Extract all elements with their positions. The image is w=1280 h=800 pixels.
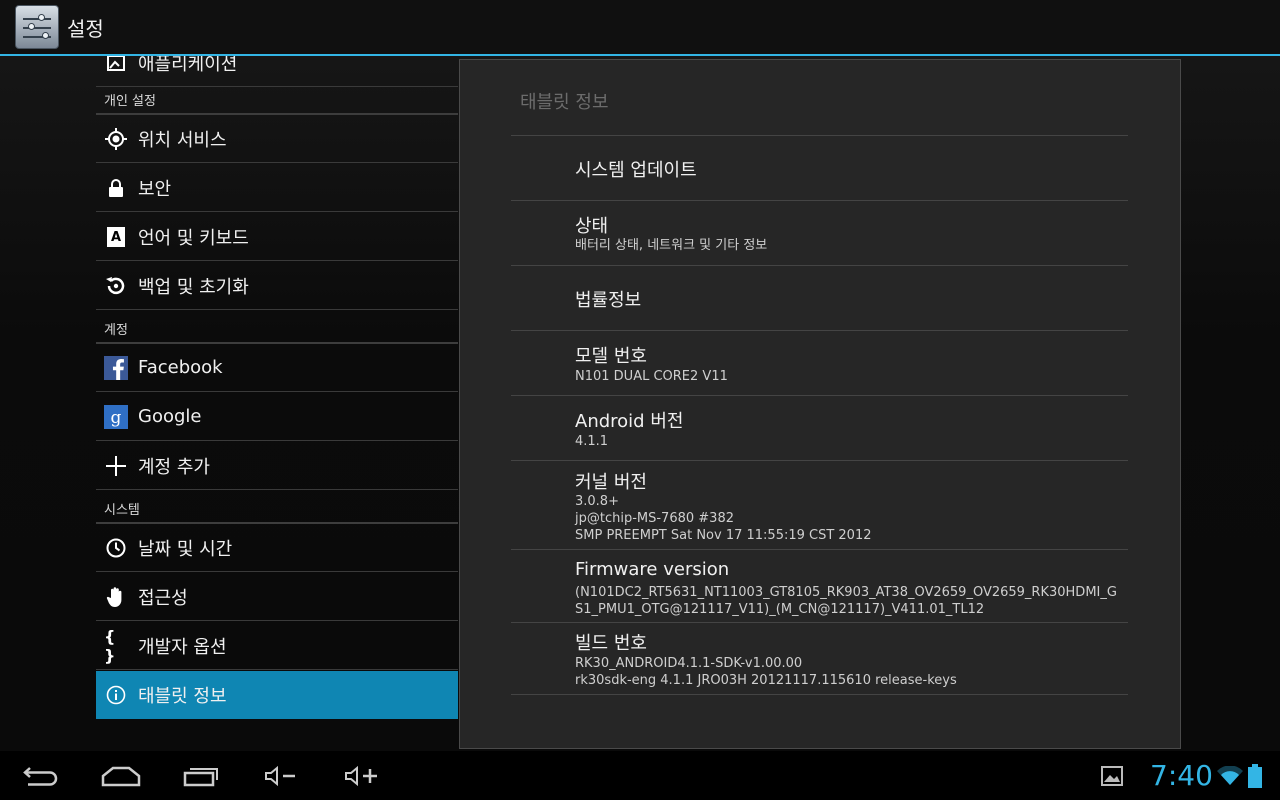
lock-icon <box>104 176 128 200</box>
sidebar-item-label: Google <box>138 406 202 427</box>
svg-text:A: A <box>111 230 121 245</box>
sidebar-item-label: 태블릿 정보 <box>138 686 227 707</box>
status-clock[interactable]: 7:40 <box>1150 759 1213 792</box>
sidebar-item-about-tablet[interactable]: 태블릿 정보 <box>96 671 458 719</box>
home-button[interactable] <box>100 759 142 793</box>
build-number-item[interactable]: 빌드 번호 RK30_ANDROID4.1.1-SDK-v1.00.00 rk3… <box>511 622 1128 695</box>
section-header-accounts: 계정 <box>104 323 128 338</box>
clock-icon <box>104 536 128 560</box>
wifi-icon <box>1217 766 1243 785</box>
action-bar: 설정 <box>0 0 1280 56</box>
sidebar-item-label: 애플리케이션 <box>138 56 238 75</box>
battery-icon <box>1248 764 1262 788</box>
system-update-item[interactable]: 시스템 업데이트 <box>511 135 1128 200</box>
back-button[interactable] <box>20 759 62 793</box>
screenshot-notification[interactable] <box>1100 759 1124 793</box>
recents-icon <box>183 768 218 787</box>
sidebar-item-label: 보안 <box>138 178 172 200</box>
sidebar-item-label: 개발자 옵션 <box>138 636 227 658</box>
keyboard-a-icon: A <box>104 225 128 249</box>
braces-icon: { } <box>104 626 116 665</box>
item-value: (N101DC2_RT5631_NT11003_GT8105_RK903_AT3… <box>575 585 1117 617</box>
sidebar-item-language[interactable]: A 언어 및 키보드 <box>96 213 458 261</box>
settings-app-icon[interactable] <box>15 5 59 49</box>
facebook-icon <box>104 355 128 380</box>
item-title: 빌드 번호 <box>575 633 647 654</box>
apps-icon <box>104 56 128 75</box>
backup-restore-icon <box>104 274 128 298</box>
wifi-status <box>1217 759 1243 793</box>
home-icon <box>101 766 141 787</box>
legal-info-item[interactable]: 법률정보 <box>511 265 1128 330</box>
hand-icon <box>104 585 128 609</box>
section-header-personal: 개인 설정 <box>104 94 156 109</box>
recents-button[interactable] <box>180 759 222 793</box>
volume-down-icon <box>265 765 295 787</box>
item-value: N101 DUAL CORE2 V11 <box>575 369 728 384</box>
info-icon <box>104 683 128 707</box>
item-value: 3.0.8+ jp@tchip-MS-7680 #382 SMP PREEMPT… <box>575 494 872 543</box>
image-icon <box>1101 766 1123 786</box>
svg-text:g: g <box>111 408 122 428</box>
sidebar-item-datetime[interactable]: 날짜 및 시간 <box>96 524 458 572</box>
item-subtitle: 배터리 상태, 네트워크 및 기타 정보 <box>575 238 768 253</box>
location-icon <box>104 127 128 151</box>
model-number-item: 모델 번호 N101 DUAL CORE2 V11 <box>511 330 1128 395</box>
panel-title: 태블릿 정보 <box>520 92 609 113</box>
sidebar-item-label: 백업 및 초기화 <box>138 276 249 298</box>
sidebar-item-label: 날짜 및 시간 <box>138 538 233 560</box>
kernel-version-item: 커널 버전 3.0.8+ jp@tchip-MS-7680 #382 SMP P… <box>511 460 1128 549</box>
item-title: 커널 버전 <box>575 472 647 493</box>
app-title: 설정 <box>67 16 104 41</box>
firmware-version-item: Firmware version (N101DC2_RT5631_NT11003… <box>511 549 1128 622</box>
sidebar-item-add-account[interactable]: 계정 추가 <box>96 442 458 490</box>
sidebar-item-label: Facebook <box>138 357 223 378</box>
status-item[interactable]: 상태 배터리 상태, 네트워크 및 기타 정보 <box>511 200 1128 265</box>
back-icon <box>23 767 58 786</box>
google-icon: g <box>104 404 128 429</box>
sidebar-item-google[interactable]: g Google <box>96 393 458 441</box>
about-tablet-panel: 태블릿 정보 시스템 업데이트 상태 배터리 상태, 네트워크 및 기타 정보 … <box>459 59 1181 749</box>
sidebar-item-developer[interactable]: { } 개발자 옵션 <box>96 622 458 670</box>
sidebar-item-accessibility[interactable]: 접근성 <box>96 573 458 621</box>
volume-up-icon <box>345 765 377 787</box>
item-title: Android 버전 <box>575 411 684 432</box>
sidebar-item-facebook[interactable]: Facebook <box>96 344 458 392</box>
volume-up-button[interactable] <box>342 759 380 793</box>
item-title: 모델 번호 <box>575 346 647 367</box>
sidebar-item-label: 계정 추가 <box>138 456 210 478</box>
sidebar-item-location[interactable]: 위치 서비스 <box>96 115 458 163</box>
plus-icon <box>104 454 128 478</box>
volume-down-button[interactable] <box>262 759 298 793</box>
battery-status <box>1247 759 1263 793</box>
sidebar-item-apps[interactable]: 애플리케이션 <box>96 56 458 87</box>
item-value: RK30_ANDROID4.1.1-SDK-v1.00.00 rk30sdk-e… <box>575 656 957 688</box>
item-title: 상태 <box>575 216 609 237</box>
settings-category-list[interactable]: 애플리케이션 개인 설정 위치 서비스 보안 A 언어 및 키보드 백업 및 초… <box>96 56 458 751</box>
section-header-system: 시스템 <box>104 503 140 518</box>
item-title: 법률정보 <box>575 290 642 311</box>
item-value: 4.1.1 <box>575 434 609 449</box>
settings-content: 애플리케이션 개인 설정 위치 서비스 보안 A 언어 및 키보드 백업 및 초… <box>0 56 1280 751</box>
android-version-item[interactable]: Android 버전 4.1.1 <box>511 395 1128 460</box>
sidebar-item-label: 접근성 <box>138 587 188 609</box>
item-title: Firmware version <box>575 559 730 580</box>
sidebar-item-label: 언어 및 키보드 <box>138 227 249 249</box>
item-title: 시스템 업데이트 <box>575 160 697 181</box>
system-bar: 7:40 <box>0 751 1280 800</box>
sidebar-item-security[interactable]: 보안 <box>96 164 458 212</box>
sidebar-item-label: 위치 서비스 <box>138 129 227 151</box>
sidebar-item-backup[interactable]: 백업 및 초기화 <box>96 262 458 310</box>
